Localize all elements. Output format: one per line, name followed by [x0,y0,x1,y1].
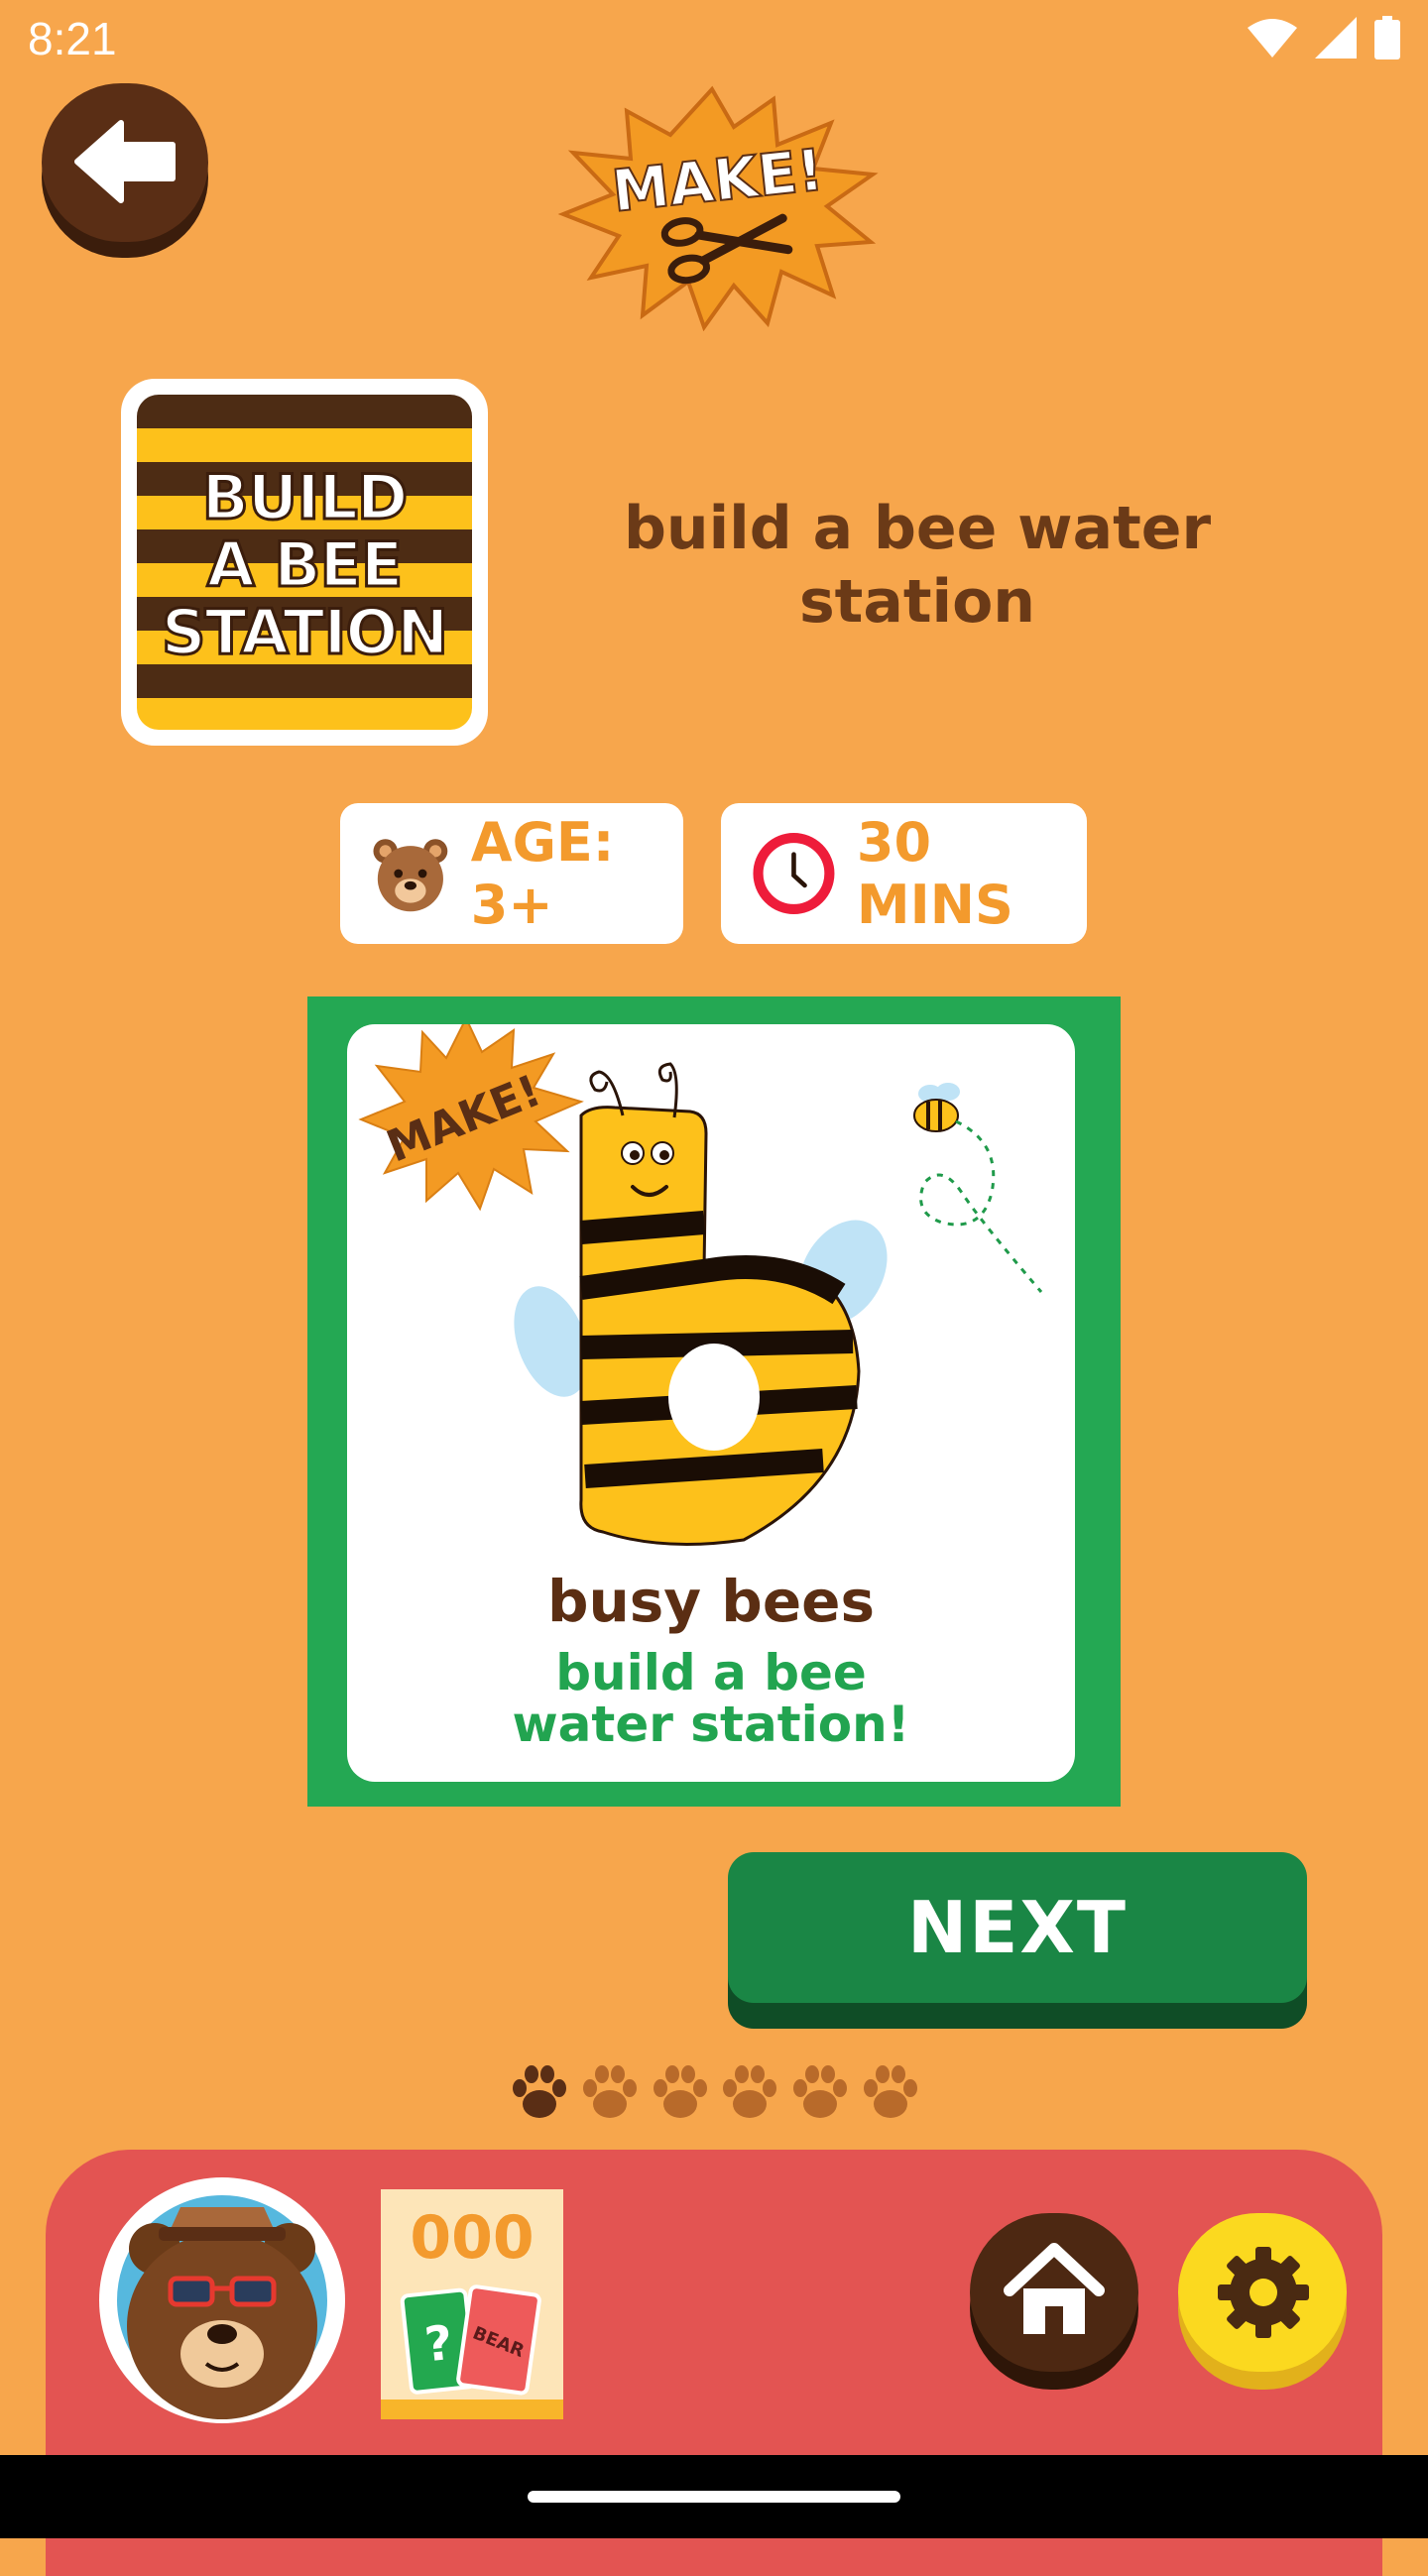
activity-tile: BUILD A BEE STATION [121,379,488,746]
duration-label: 30 MINS [856,811,1013,936]
svg-text:?: ? [422,2315,456,2374]
back-button[interactable] [42,83,208,258]
paw-icon [863,2065,917,2118]
card-title: busy bees [546,1568,876,1635]
gear-icon [1218,2247,1309,2338]
battery-icon [1374,16,1400,59]
make-badge: MAKE! [543,83,881,332]
status-time: 8:21 [28,13,117,64]
small-bee-icon [913,1083,1043,1293]
wifi-icon [1248,19,1297,58]
clock-icon [753,832,835,915]
paw-icon [582,2065,637,2118]
paw-icon [723,2065,777,2118]
age-chip: AGE: 3+ [340,803,683,944]
bee-letter-illustration [514,1062,888,1546]
card-subtitle: build a bee water station! [512,1644,910,1753]
next-button[interactable]: NEXT [728,1852,1307,2029]
home-icon [1004,2243,1105,2334]
avatar[interactable] [99,2177,345,2423]
arrow-left-icon [74,120,176,203]
duration-chip: 30 MINS [721,803,1087,944]
card-collection-button[interactable]: 000 ? BEAR [381,2189,563,2419]
home-gesture-handle[interactable] [528,2491,900,2503]
paw-icon [793,2065,848,2118]
status-icons [1248,16,1400,59]
home-button[interactable] [970,2213,1138,2390]
next-button-label: NEXT [728,1852,1307,2003]
activity-card: MAKE! busy bees build a bee water statio… [307,996,1121,1807]
age-label: AGE: 3+ [470,811,615,936]
card-make-badge: MAKE! [358,1024,584,1212]
signal-icon [1315,17,1357,59]
bear-card-icon: BEAR [456,2284,541,2396]
step-progress [512,2062,918,2128]
card-count: 000 [410,2203,535,2273]
activity-title: build a bee water station [623,494,1212,637]
settings-button[interactable] [1178,2213,1347,2390]
bear-face-icon [373,839,448,912]
paw-icon [653,2065,707,2118]
paw-icon [513,2065,566,2118]
activity-tile-label: BUILD A BEE STATION [160,461,449,668]
